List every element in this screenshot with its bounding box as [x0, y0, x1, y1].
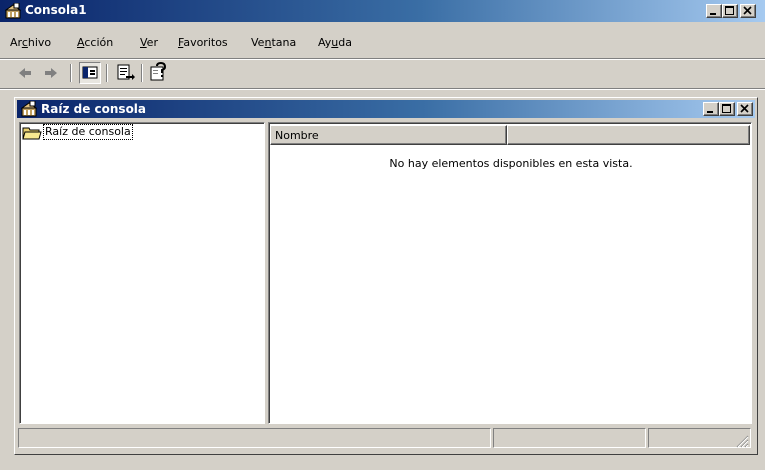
toolbar-bottom-divider — [0, 88, 765, 90]
toolbar-separator — [106, 64, 108, 82]
resize-grip-icon[interactable] — [733, 432, 749, 448]
close-button[interactable] — [740, 4, 756, 18]
toolbar-separator — [141, 64, 143, 82]
back-arrow-icon — [19, 68, 31, 78]
console-tree-pane[interactable]: Raíz de consola — [19, 122, 265, 424]
column-header-nombre[interactable]: Nombre — [270, 125, 507, 145]
minimize-icon — [710, 13, 716, 15]
maximize-button[interactable] — [722, 4, 738, 18]
export-list-button[interactable] — [114, 62, 136, 84]
forward-button[interactable] — [40, 62, 62, 84]
help-icon — [150, 62, 167, 81]
column-header-label: Nombre — [275, 129, 319, 142]
mmc-console-icon[interactable] — [20, 100, 38, 117]
help-button[interactable] — [148, 62, 170, 84]
toolbar — [0, 60, 765, 86]
results-list-pane[interactable]: Nombre No hay elementos disponibles en e… — [268, 122, 752, 424]
menu-accion[interactable]: Acción — [77, 36, 113, 49]
child-title-bar: Raíz de consola — [17, 100, 755, 118]
child-close-button[interactable] — [737, 102, 753, 116]
tree-node-label[interactable]: Raíz de consola — [43, 124, 133, 140]
show-hide-tree-icon — [82, 66, 98, 79]
export-list-icon — [117, 64, 135, 80]
menu-archivo[interactable]: Archivo — [10, 36, 51, 49]
menu-ver[interactable]: Ver — [140, 36, 158, 49]
child-maximize-button[interactable] — [719, 102, 735, 116]
menu-ventana[interactable]: Ventana — [251, 36, 296, 49]
maximize-icon — [725, 6, 734, 15]
forward-arrow-icon — [45, 68, 57, 78]
column-header-empty[interactable] — [507, 125, 750, 145]
status-panel-secondary — [493, 428, 646, 448]
folder-icon — [22, 125, 42, 144]
status-panel-main — [18, 428, 491, 448]
menu-bar: Archivo Acción Ver Favoritos Ventana Ayu… — [0, 33, 765, 53]
close-icon — [743, 6, 752, 15]
maximize-icon — [722, 104, 731, 113]
child-minimize-button[interactable] — [703, 102, 719, 116]
back-button[interactable] — [14, 62, 36, 84]
menu-favoritos[interactable]: Favoritos — [178, 36, 228, 49]
minimize-button[interactable] — [706, 4, 722, 18]
toolbar-separator — [70, 64, 72, 82]
window-title: Consola1 — [25, 3, 87, 17]
child-window-title: Raíz de consola — [41, 102, 147, 116]
menu-ayuda[interactable]: Ayuda — [318, 36, 352, 49]
show-hide-tree-button[interactable] — [79, 62, 101, 84]
mmc-console-icon[interactable] — [4, 2, 22, 19]
close-icon — [740, 104, 749, 113]
empty-list-message: No hay elementos disponibles en esta vis… — [389, 157, 633, 170]
title-bar: Consola1 — [0, 0, 765, 22]
minimize-icon — [707, 111, 713, 113]
